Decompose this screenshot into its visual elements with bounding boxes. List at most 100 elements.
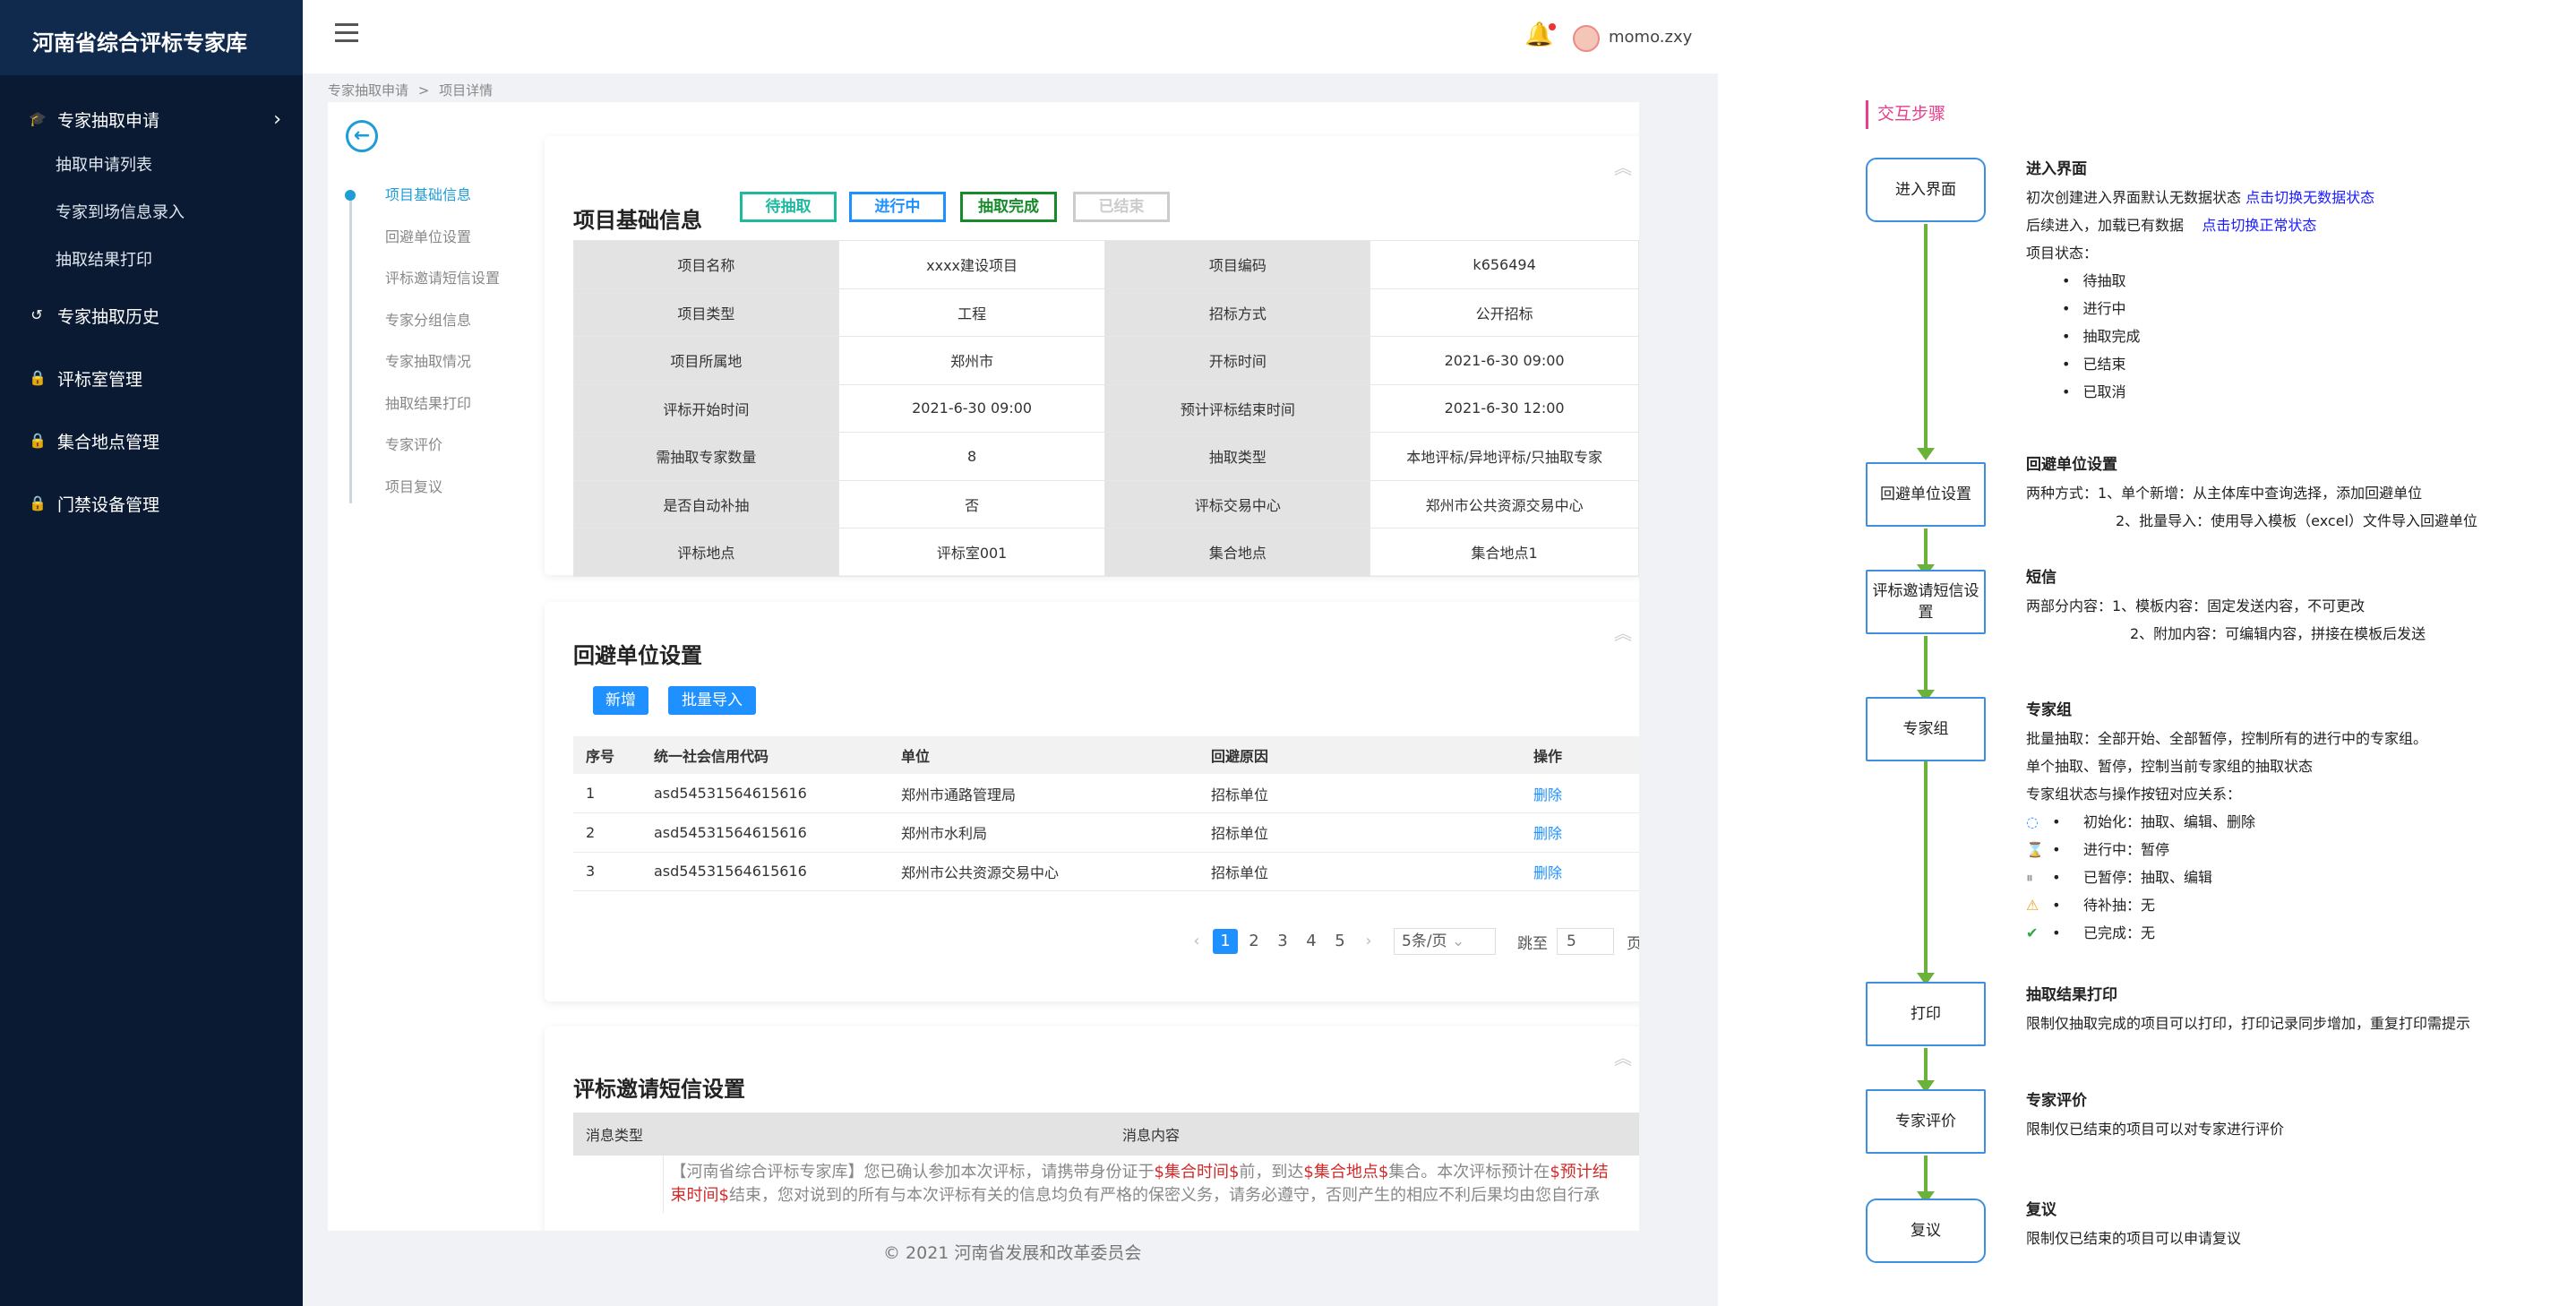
goto-label: 跳至: [1517, 934, 1548, 953]
info-key: 集合地点: [1104, 528, 1371, 577]
detail-panel: ← 项目基础信息 回避单位设置 评标邀请短信设置 专家分组信息 专家抽取情况 抽…: [328, 102, 1639, 1231]
step-print[interactable]: 抽取结果打印: [344, 391, 505, 434]
step-extract[interactable]: 专家抽取情况: [344, 349, 505, 391]
step-basic[interactable]: 项目基础信息: [344, 183, 505, 225]
batch-import-button[interactable]: 批量导入: [668, 686, 756, 715]
lock-icon: 🔒: [29, 369, 47, 386]
info-row: 项目所属地 郑州市 开标时间 2021-6-30 09:00: [573, 336, 1639, 385]
step-avoid[interactable]: 回避单位设置: [344, 225, 505, 267]
back-arrow-icon[interactable]: ←: [346, 120, 378, 152]
info-value: 工程: [837, 288, 1106, 337]
prev-page-icon[interactable]: ‹: [1184, 929, 1209, 954]
info-key: 开标时间: [1104, 336, 1371, 385]
table-cell: 郑州市水利局: [889, 812, 1198, 853]
table-cell: 招标单位: [1198, 852, 1521, 891]
nav-expert-apply[interactable]: 🎓 专家抽取申请 ›: [0, 97, 303, 142]
step-sms[interactable]: 评标邀请短信设置: [344, 266, 505, 308]
flow-node-print: 打印: [1866, 982, 1986, 1046]
flow-node-rate: 专家评价: [1866, 1089, 1986, 1154]
chevron-down-icon: ⌄: [1451, 932, 1465, 950]
sms-content[interactable]: 【河南省综合评标专家库】您已确认参加本次评标，请携带身份证于$集合时间$前，到达…: [662, 1156, 1639, 1213]
breadcrumb-current: 项目详情: [439, 82, 494, 99]
step-group[interactable]: 专家分组信息: [344, 308, 505, 350]
lock-icon: 🔒: [29, 432, 47, 449]
page-3[interactable]: 3: [1270, 929, 1295, 954]
nav-sub-result-print[interactable]: 抽取结果打印: [0, 236, 303, 284]
page-2[interactable]: 2: [1241, 929, 1267, 954]
tag-pending: 待抽取: [740, 192, 837, 222]
info-row: 项目名称 xxxx建设项目 项目编码 k656494: [573, 240, 1639, 289]
info-value: k656494: [1370, 240, 1639, 289]
page-1[interactable]: 1: [1213, 929, 1238, 954]
footer-copyright: © 2021 河南省发展和改革委员会: [883, 1243, 1142, 1263]
breadcrumb-parent[interactable]: 专家抽取申请: [328, 82, 408, 99]
avoid-col-header: 序号: [573, 736, 641, 774]
pagination: ‹ 1 2 3 4 5 › 5条/页 ⌄ 跳至 5 页: [1184, 928, 1639, 955]
nav-gather-place[interactable]: 🔒 集合地点管理: [0, 418, 303, 463]
collapse-icon[interactable]: ︽: [1614, 624, 1639, 649]
flow-text-print: 抽取结果打印 限制仅抽取完成的项目可以打印，打印记录同步增加，重复打印需提示: [2026, 986, 2471, 1032]
collapse-icon[interactable]: ︽: [1614, 1049, 1639, 1073]
breadcrumb: 专家抽取申请 > 项目详情: [328, 82, 494, 99]
nav-expert-history[interactable]: ↺ 专家抽取历史: [0, 293, 303, 338]
table-cell: asd54531564615616: [641, 852, 889, 891]
delete-link[interactable]: 删除: [1521, 812, 1639, 853]
delete-link[interactable]: 删除: [1521, 852, 1639, 891]
flow-node-enter: 进入界面: [1866, 158, 1986, 222]
username[interactable]: momo.zxy: [1609, 28, 1692, 47]
flow-node-review: 复议: [1866, 1199, 1986, 1263]
menu-toggle-icon[interactable]: [335, 23, 358, 43]
avoid-unit-card: 回避单位设置 ︽ 新增 批量导入 序号 统一社会信用代码 单位 回避原因 操作 1 asd…: [545, 602, 1639, 1001]
avoid-table: 序号 统一社会信用代码 单位 回避原因 操作 1 asd54531564615616 郑州市…: [573, 736, 1639, 891]
step-nav: 项目基础信息 回避单位设置 评标邀请短信设置 专家分组信息 专家抽取情况 抽取结…: [344, 183, 505, 516]
add-button[interactable]: 新增: [593, 686, 648, 715]
page-5[interactable]: 5: [1327, 929, 1352, 954]
info-value: 2021-6-30 09:00: [1370, 336, 1639, 385]
nav-room-manage[interactable]: 🔒 评标室管理: [0, 356, 303, 400]
nav-sub-apply-list[interactable]: 抽取申请列表: [0, 142, 303, 189]
step-review[interactable]: 项目复议: [344, 475, 505, 517]
bell-icon[interactable]: 🔔: [1524, 21, 1557, 48]
sidebar: 河南省综合评标专家库 🎓 专家抽取申请 › 抽取申请列表 专家到场信息录入 抽取…: [0, 0, 303, 1306]
table-cell: 招标单位: [1198, 774, 1521, 813]
link-normal-state[interactable]: 点击切换正常状态: [2202, 217, 2316, 234]
info-key: 项目类型: [573, 288, 839, 337]
warning-icon: ⚠: [2026, 897, 2039, 914]
info-value: 本地评标/异地评标/只抽取专家: [1370, 432, 1639, 481]
page-size-select[interactable]: 5条/页 ⌄: [1394, 928, 1496, 955]
sms-title: 评标邀请短信设置: [573, 1077, 745, 1102]
hourglass-icon: ⌛: [2026, 841, 2044, 858]
table-row: 3 asd54531564615616 郑州市公共资源交易中心 招标单位 删除: [573, 852, 1639, 891]
info-key: 项目名称: [573, 240, 839, 289]
page-4[interactable]: 4: [1299, 929, 1324, 954]
info-key: 项目编码: [1104, 240, 1371, 289]
info-row: 项目类型 工程 招标方式 公开招标: [573, 288, 1639, 337]
table-cell: 郑州市通路管理局: [889, 774, 1198, 813]
tag-running: 进行中: [849, 192, 946, 222]
sms-col-type: 消息类型: [573, 1113, 663, 1156]
avoid-col-header: 操作: [1521, 736, 1639, 774]
table-cell: 招标单位: [1198, 812, 1521, 853]
sms-col-content: 消息内容: [663, 1113, 1639, 1156]
collapse-icon[interactable]: ︽: [1614, 159, 1639, 183]
chevron-right-icon: ›: [273, 108, 281, 131]
avatar[interactable]: [1573, 25, 1600, 52]
link-empty-state[interactable]: 点击切换无数据状态: [2245, 189, 2374, 206]
avoid-col-header: 单位: [889, 736, 1198, 774]
delete-link[interactable]: 删除: [1521, 774, 1639, 813]
next-page-icon[interactable]: ›: [1356, 929, 1381, 954]
basic-info-title: 项目基础信息: [573, 208, 702, 233]
basic-info-table: 项目名称 xxxx建设项目 项目编码 k656494 项目类型 工程 招标方式 公开招标 项目所…: [573, 240, 1639, 577]
app-title: 河南省综合评标专家库: [0, 0, 303, 75]
flow-node-sms: 评标邀请短信设置: [1866, 570, 1986, 634]
info-value: 否: [837, 479, 1106, 528]
loading-icon: ◌: [2026, 813, 2039, 830]
tag-done: 抽取完成: [960, 192, 1057, 222]
tag-ended: 已结束: [1073, 192, 1170, 222]
info-key: 预计评标结束时间: [1104, 383, 1371, 433]
nav-sub-arrival-entry[interactable]: 专家到场信息录入: [0, 189, 303, 236]
flow-node-group: 专家组: [1866, 697, 1986, 761]
goto-input[interactable]: 5: [1557, 928, 1614, 955]
step-rate[interactable]: 专家评价: [344, 433, 505, 475]
nav-door-device[interactable]: 🔒 门禁设备管理: [0, 481, 303, 526]
